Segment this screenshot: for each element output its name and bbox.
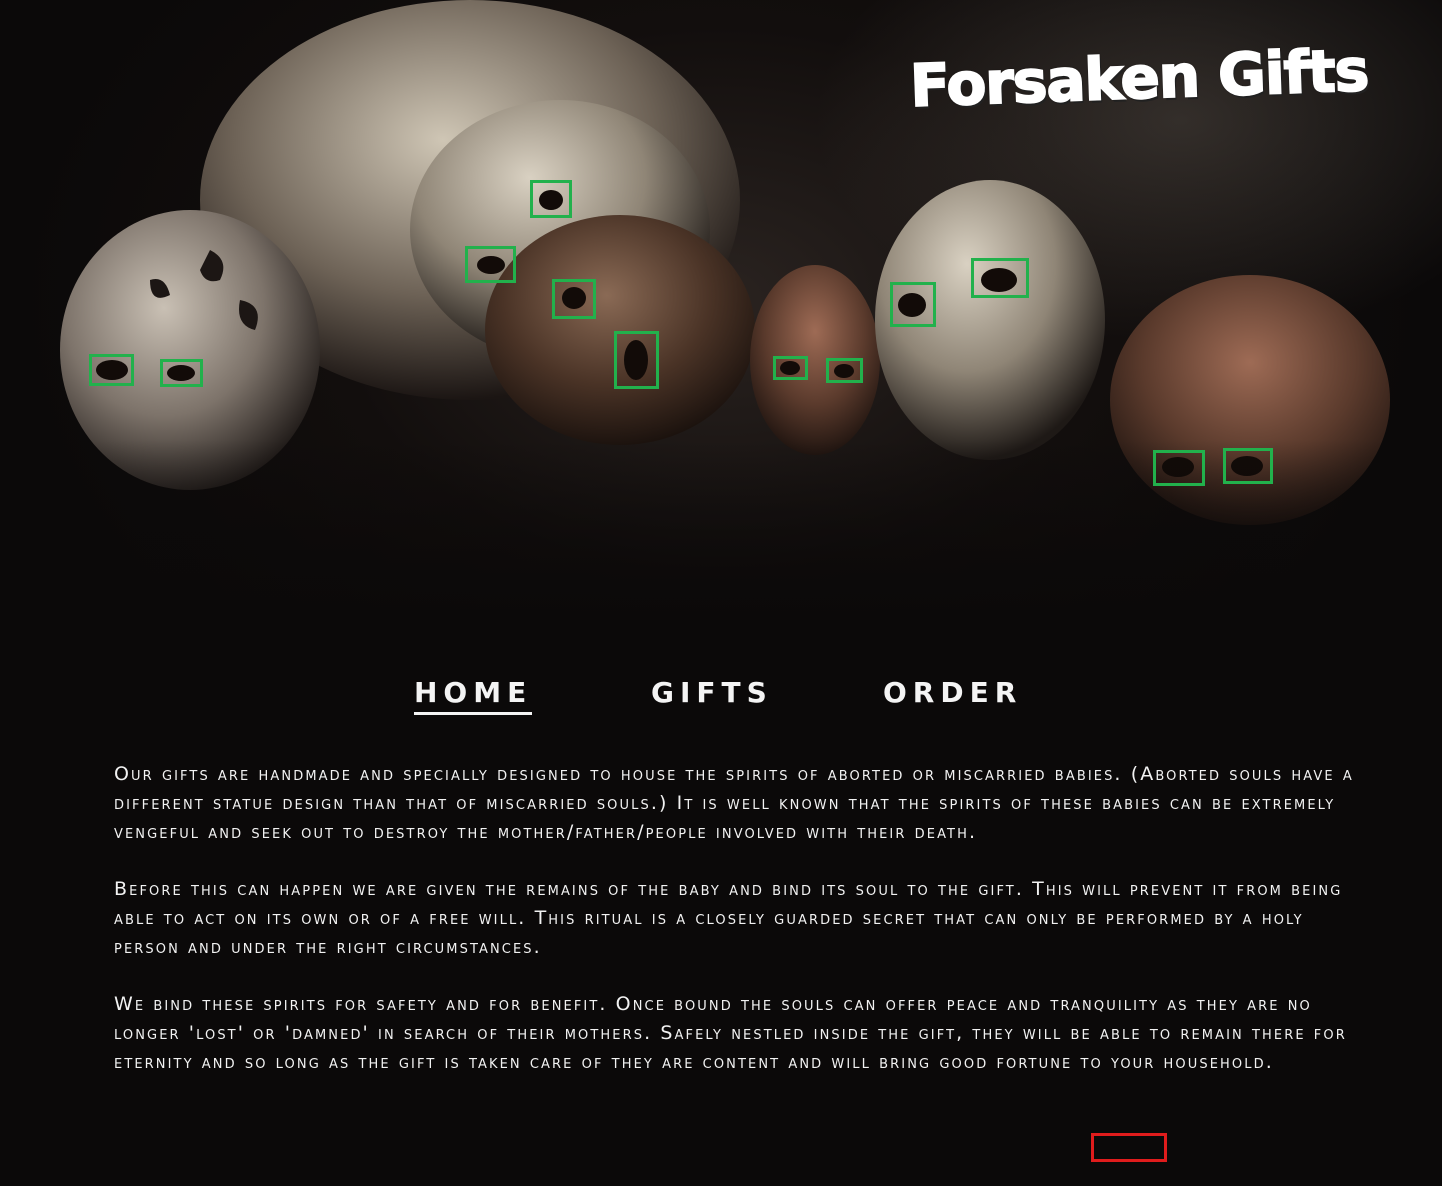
ritual-paragraph: Before this can happen we are given the …: [114, 878, 1343, 958]
main-content: Our gifts are handmade and specially des…: [114, 760, 1364, 1105]
eye-marker: [530, 180, 572, 218]
eye-marker: [160, 359, 203, 387]
eye-marker: [1153, 450, 1205, 486]
eye-marker: [1223, 448, 1273, 484]
doll-brown-head: [485, 215, 755, 445]
eye-marker: [552, 279, 596, 319]
eye-marker: [890, 282, 936, 327]
eye-marker: [465, 246, 516, 283]
intro-paragraph: Our gifts are handmade and specially des…: [114, 763, 1354, 843]
main-nav: HOME GIFTS ORDER: [0, 676, 1442, 716]
nav-home[interactable]: HOME: [414, 676, 533, 715]
eye-marker: [826, 358, 863, 383]
hero-banner: Forsaken Gifts: [0, 0, 1442, 620]
benefit-paragraph: We bind these spirits for safety and for…: [114, 993, 1347, 1073]
eye-marker: [614, 331, 659, 389]
eye-marker: [773, 356, 808, 380]
eye-marker: [971, 258, 1029, 298]
nav-order[interactable]: ORDER: [883, 676, 1022, 709]
nav-gifts[interactable]: GIFTS: [651, 676, 773, 709]
end-marker: [1091, 1133, 1167, 1162]
eye-marker: [89, 354, 134, 386]
